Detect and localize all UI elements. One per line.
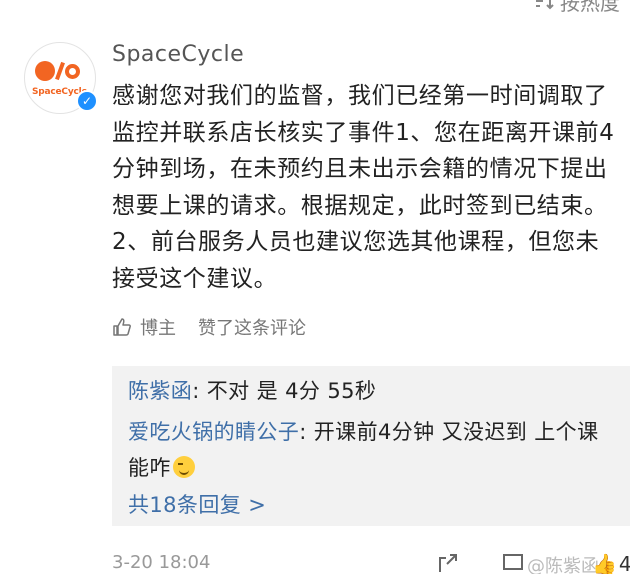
liked-by: 博主 <box>140 318 176 339</box>
comment-thread: 按热度 SpaceCycle ✓ SpaceCycle 感谢您对我们的监督，我们… <box>0 0 630 574</box>
comment-footer: 3-20 18:04 @陈紫函 👍 40 <box>112 552 630 574</box>
thumbs-up-icon: 👍 <box>592 552 617 574</box>
author-liked-row: 博主 赞了这条评论 <box>112 314 306 340</box>
more-replies-link[interactable]: 共18条回复 > <box>128 489 266 519</box>
like-button[interactable]: 👍 40 <box>592 552 630 574</box>
comment-body: 感谢您对我们的监督，我们已经第一时间调取了监控并联系店长核实了事件1、您在距离开… <box>112 83 615 292</box>
smirk-emoji-icon <box>172 456 195 478</box>
share-icon[interactable] <box>437 552 459 574</box>
sort-icon <box>536 0 554 10</box>
brand-logo <box>35 61 80 81</box>
reply-author[interactable]: 陈紫函 <box>128 379 192 403</box>
verified-badge-icon: ✓ <box>76 90 98 112</box>
thumbs-up-icon <box>113 318 131 336</box>
sort-toggle[interactable]: 按热度 <box>534 0 620 15</box>
timestamp: 3-20 18:04 <box>112 552 211 573</box>
watermark: @陈紫函 <box>527 556 599 574</box>
reply-author[interactable]: 爱吃火锅的睛公子 <box>128 420 299 444</box>
sort-label: 按热度 <box>560 0 620 15</box>
like-count: 40 <box>618 552 630 574</box>
reply-text: 不对 是 4分 55秒 <box>206 379 377 403</box>
reply-item[interactable]: 爱吃火锅的睛公子: 开课前4分钟 又没迟到 上个课能咋 <box>128 414 618 486</box>
comment-author[interactable]: SpaceCycle <box>112 42 244 67</box>
comment-icon[interactable] <box>502 552 524 574</box>
replies-panel: 陈紫函: 不对 是 4分 55秒 爱吃火锅的睛公子: 开课前4分钟 又没迟到 上… <box>112 366 630 526</box>
reply-item[interactable]: 陈紫函: 不对 是 4分 55秒 <box>128 373 618 409</box>
liked-text: 赞了这条评论 <box>198 318 306 339</box>
